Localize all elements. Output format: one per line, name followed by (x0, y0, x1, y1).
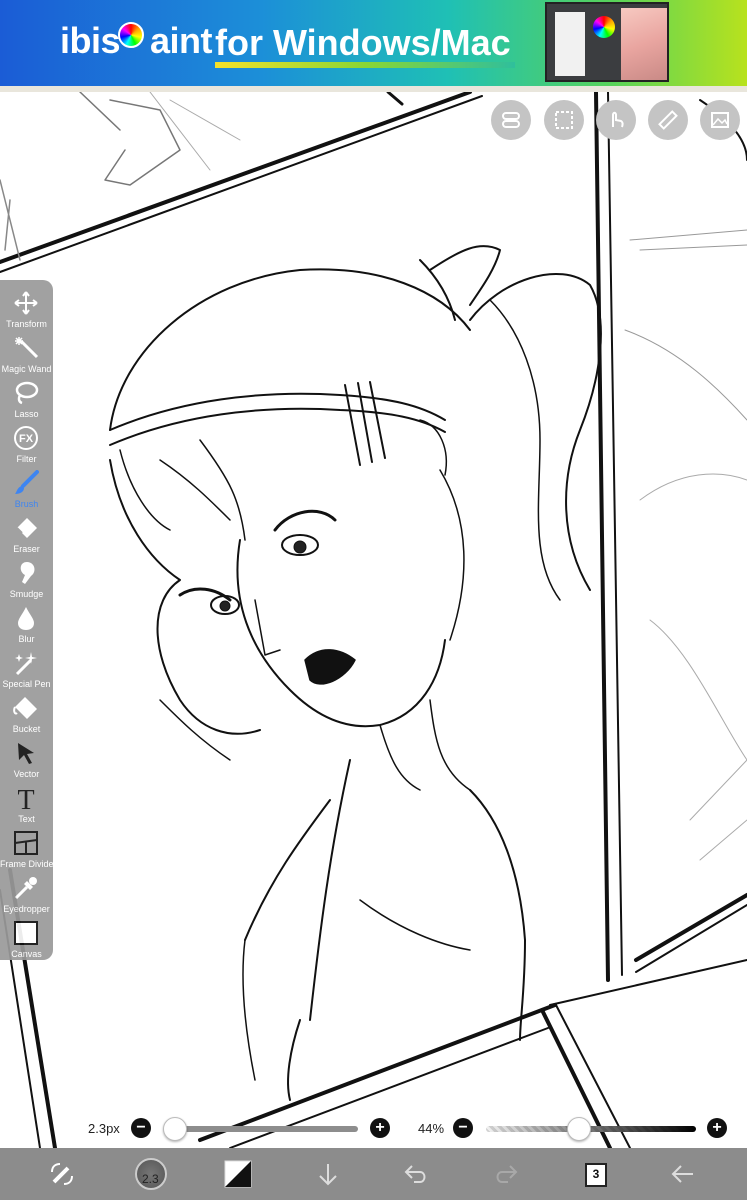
image-button[interactable] (700, 100, 740, 140)
touch-button[interactable] (596, 100, 636, 140)
canvas-square-icon (14, 921, 38, 945)
tool-eraser[interactable]: Eraser (0, 511, 53, 556)
image-icon (711, 112, 729, 128)
tool-smudge[interactable]: Smudge (0, 556, 53, 601)
opacity-increase-button[interactable]: + (707, 1118, 727, 1138)
brush-size-decrease-button[interactable]: − (131, 1118, 151, 1138)
brush-size-slider-knob[interactable] (162, 1117, 187, 1141)
swap-tool-button[interactable] (44, 1156, 80, 1192)
dashed-selection-icon (555, 111, 573, 129)
smudge-icon (20, 562, 35, 584)
download-button[interactable] (310, 1156, 346, 1192)
opacity-slider-knob[interactable] (567, 1117, 592, 1141)
layers-button[interactable]: 3 (585, 1163, 607, 1187)
brush-icon (15, 470, 39, 494)
move-arrows-icon (14, 291, 38, 315)
ad-screenshot-thumbnail (545, 2, 669, 82)
magic-wand-icon (15, 337, 39, 359)
brush-size-badge: 2.3 (142, 1172, 159, 1186)
ad-tagline: for Windows/Mac (215, 22, 511, 63)
undo-icon (404, 1165, 426, 1183)
text-t-icon: T (17, 785, 34, 811)
tool-text[interactable]: T Text (0, 781, 53, 826)
eraser-icon (16, 518, 37, 538)
slider-row: 2.3px − + 44% − + (0, 1114, 747, 1144)
tool-special-pen[interactable]: Special Pen (0, 646, 53, 691)
redo-icon (496, 1165, 518, 1183)
pen-swap-icon (51, 1163, 73, 1185)
redo-button[interactable] (488, 1156, 524, 1192)
tool-bucket[interactable]: Bucket (0, 691, 53, 736)
tool-frame-divider[interactable]: Frame Divider (0, 826, 57, 871)
sparkle-pen-icon (15, 652, 37, 676)
tool-magic-wand[interactable]: Magic Wand (0, 331, 53, 376)
brush-size-increase-button[interactable]: + (370, 1118, 390, 1138)
color-button[interactable] (220, 1156, 256, 1192)
svg-text:FX: FX (19, 433, 34, 445)
brush-size-slider-track[interactable] (170, 1126, 358, 1132)
undo-button[interactable] (398, 1156, 434, 1192)
tool-filter[interactable]: FX Filter (0, 421, 53, 466)
ruler-button[interactable] (648, 100, 688, 140)
opacity-value: 44% (418, 1121, 445, 1136)
eyedropper-icon (14, 877, 37, 900)
ruler-icon (658, 110, 678, 130)
bucket-icon (13, 697, 37, 719)
brush-size-value: 2.3px (88, 1121, 120, 1136)
frame-divider-icon (14, 831, 38, 855)
fx-icon: FX (14, 426, 38, 450)
tool-eyedropper[interactable]: Eyedropper (0, 871, 53, 916)
toggle-switch-icon (502, 112, 520, 128)
arrow-down-icon (319, 1164, 337, 1186)
hand-pointer-icon (612, 111, 624, 128)
tool-palette: Transform Magic Wand Lasso FX Filter Bru… (0, 280, 57, 961)
bottom-toolbar (0, 1148, 747, 1200)
cursor-arrow-icon (18, 743, 34, 764)
manga-artwork (0, 92, 747, 1148)
droplet-icon (18, 607, 34, 630)
arrow-left-icon (671, 1165, 693, 1183)
tool-transform[interactable]: Transform (0, 286, 53, 331)
tool-brush[interactable]: Brush (0, 466, 53, 511)
tool-blur[interactable]: Blur (0, 601, 53, 646)
tool-canvas[interactable]: Canvas (0, 916, 53, 961)
toggle-panel-button[interactable] (491, 100, 531, 140)
svg-text:T: T (17, 785, 34, 811)
selection-button[interactable] (544, 100, 584, 140)
back-button[interactable] (665, 1156, 701, 1192)
color-swatch-icon (224, 1160, 252, 1188)
lasso-icon (15, 381, 39, 405)
color-wheel-icon (118, 22, 144, 48)
ad-underline (215, 62, 515, 68)
tool-vector[interactable]: Vector (0, 736, 53, 781)
ad-banner[interactable]: ibis aint for Windows/Mac (0, 0, 747, 86)
drawing-canvas[interactable] (0, 92, 747, 1148)
opacity-decrease-button[interactable]: − (453, 1118, 473, 1138)
tool-lasso[interactable]: Lasso (0, 376, 53, 421)
